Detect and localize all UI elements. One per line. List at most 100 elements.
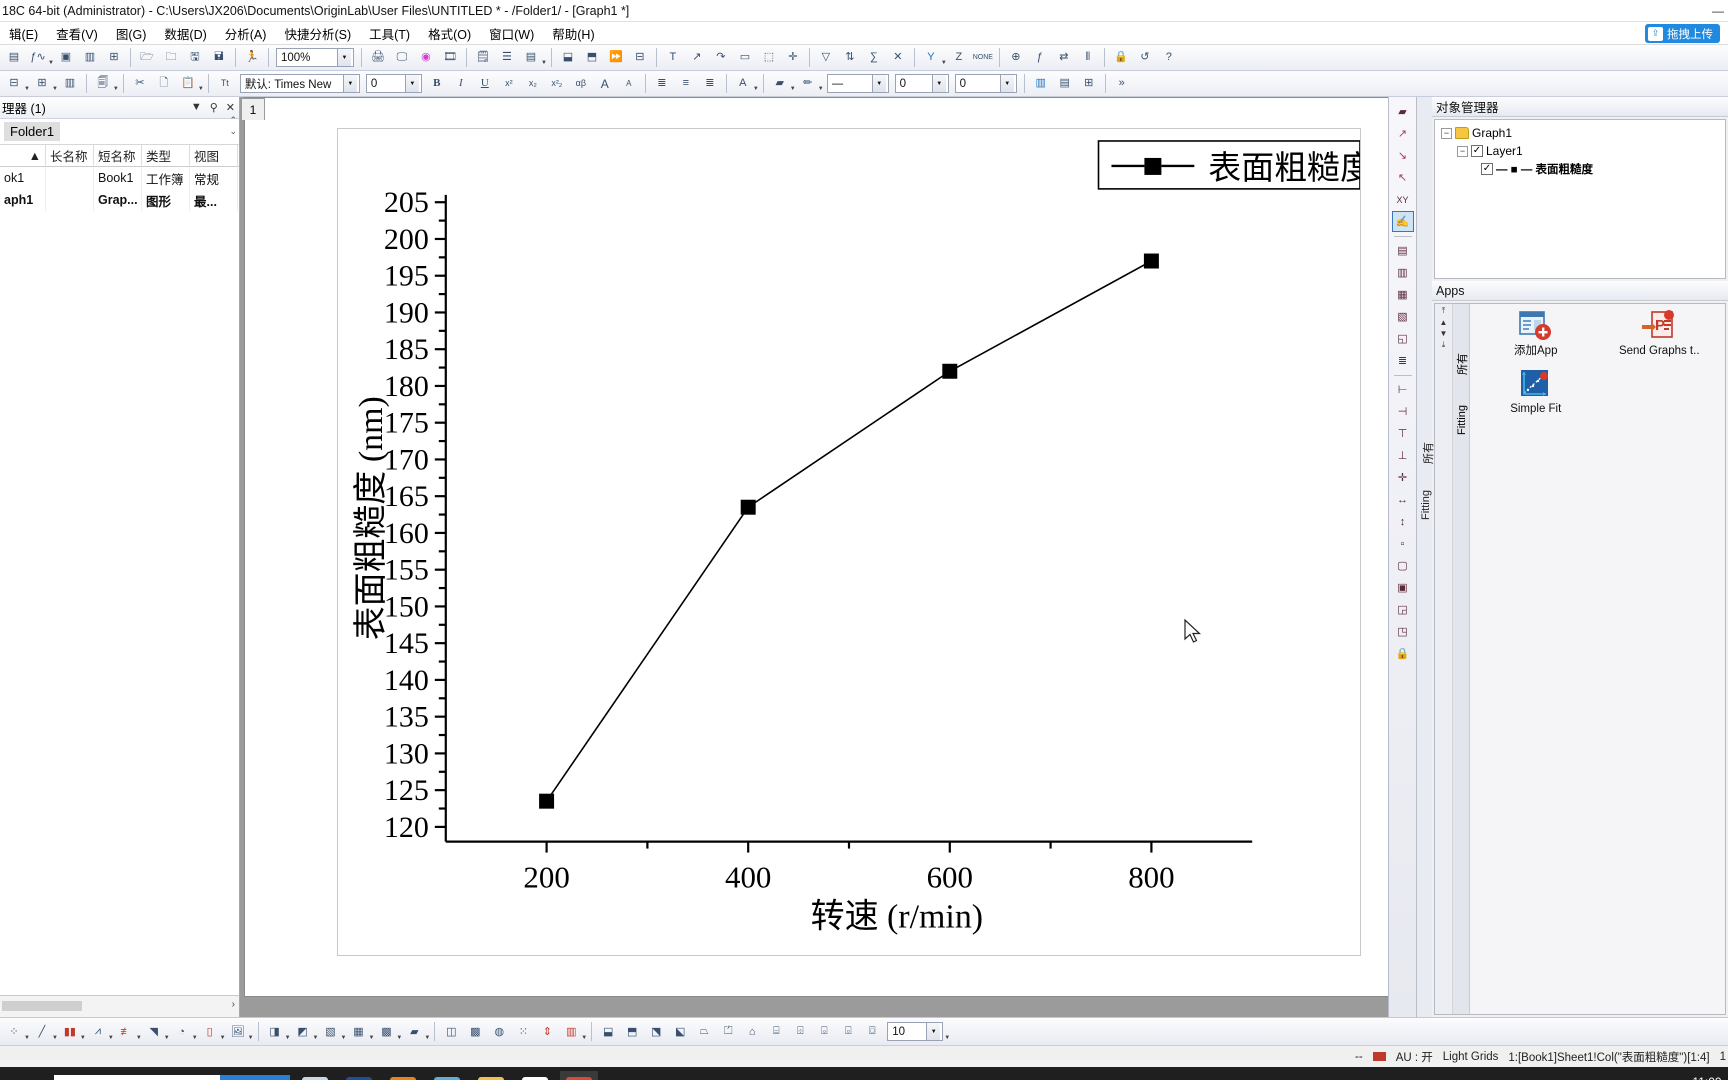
tab-all[interactable]: 所有 [1420, 431, 1436, 475]
project-explorer-folder-row[interactable]: Folder1 ⌃ ⌄ [0, 115, 239, 145]
scroll-up-icon[interactable]: ▲ [1440, 318, 1448, 327]
pin-icon[interactable]: ⚲ [210, 101, 218, 114]
region-tool-icon[interactable]: ⌹ [789, 1021, 811, 1043]
statistics-icon[interactable]: ∑ [863, 47, 885, 69]
group-objects-icon[interactable]: ⊞ [31, 73, 53, 95]
contour-icon[interactable]: ◫ [440, 1021, 462, 1043]
column-header-view[interactable]: 视图 [190, 144, 238, 167]
font-color-button[interactable]: A [732, 73, 754, 95]
new-layout-icon[interactable]: ▥ [79, 47, 101, 69]
curved-arrow-icon[interactable]: ⬔ [645, 1021, 667, 1043]
status-auto-update[interactable]: AU : 开 [1396, 1049, 1433, 1065]
3d-wall-icon[interactable]: ▩ [375, 1021, 397, 1043]
checkbox-icon[interactable]: ✓ [1481, 163, 1493, 175]
line-color-button[interactable]: ✏ [797, 73, 819, 95]
minimize-button[interactable]: — [1712, 4, 1724, 18]
align-objects-icon[interactable]: ⊟ [3, 73, 25, 95]
graph-page[interactable]: 表面粗糙度 120 125 130 135 140 145 150 155 160 165 170 1… [337, 128, 1361, 956]
new-workbook-icon[interactable]: ▤ [3, 47, 25, 69]
data-point-marker[interactable] [539, 793, 555, 809]
run-script-icon[interactable]: 🏃 [241, 47, 263, 69]
app-simple-fit[interactable]: Simple Fit [1474, 368, 1598, 416]
copy-format-icon[interactable]: 🗐 [92, 73, 114, 95]
paste-icon[interactable]: 📋 [177, 73, 199, 95]
bottom-toolbar-overflow-icon[interactable]: ▼ [944, 1035, 950, 1045]
tree-node-plot[interactable]: ✓ — ■ — 表面粗糙度 [1437, 160, 1723, 178]
data-series-markers[interactable] [539, 253, 1159, 809]
object-manager-panel[interactable]: − Graph1 − ✓ Layer1 ✓ — ■ — 表面粗糙度 [1434, 119, 1726, 279]
apps-tab-all[interactable]: 所有 [1454, 341, 1470, 387]
3d-ternary-caret-icon[interactable]: ▼ [424, 1035, 430, 1045]
graph1-window[interactable]: 1 表面粗糙度 120 125 130 135 140 145 150 155 … [241, 97, 1388, 997]
status-grid-mode[interactable]: Light Grids [1443, 1051, 1499, 1063]
more-format-icon[interactable]: » [1111, 73, 1133, 95]
layer-contents-icon[interactable]: ▤ [1054, 73, 1076, 95]
increase-font-button[interactable]: A [594, 73, 616, 95]
save-template-icon[interactable]: 🖬 [208, 47, 230, 69]
extract-layers-icon[interactable]: ▧ [1392, 306, 1414, 327]
open-icon[interactable]: 🗁 [136, 47, 158, 69]
bring-front-icon[interactable]: ◲ [1392, 599, 1414, 620]
taskbar-app-paint[interactable]: 🎨 [296, 1071, 334, 1080]
table-row[interactable]: aph1 Grap... 图形 最... [0, 189, 239, 211]
set-as-none-icon[interactable]: NONE [972, 47, 994, 69]
stat-caret-icon[interactable]: ▼ [581, 1035, 587, 1045]
arrow-tool-icon[interactable]: ⬒ [621, 1021, 643, 1043]
zoom-in-axes-icon[interactable]: ↗ [1392, 123, 1414, 144]
unstack-icon[interactable]: ⫴ [1077, 47, 1099, 69]
align-right-icon[interactable]: ⊣ [1392, 401, 1414, 422]
chevron-down-icon[interactable]: ▼ [342, 75, 357, 92]
save-project-icon[interactable]: 🖫 [184, 47, 206, 69]
print-preview-icon[interactable]: 🖵 [391, 47, 413, 69]
menu-item-analysis[interactable]: 分析(A) [216, 22, 276, 45]
stat-icon[interactable]: ▥ [560, 1021, 582, 1043]
chevron-down-icon[interactable]: ▼ [926, 1023, 941, 1040]
space-vertical-icon[interactable]: ↕ [1392, 511, 1414, 532]
floating-column-icon[interactable]: ▯ [199, 1021, 221, 1043]
start-button[interactable]: ❀ [6, 1070, 46, 1080]
align-center-button[interactable]: ≡ [675, 73, 697, 95]
collapse-icon[interactable]: − [1457, 145, 1468, 157]
group-objects-icon[interactable]: ▢ [1392, 555, 1414, 576]
surface-roughness-plot[interactable]: 表面粗糙度 1201251301351401451501551601651701… [338, 129, 1360, 955]
stack-column-icon[interactable]: ≢ [115, 1021, 137, 1043]
polyline-icon[interactable]: ⏢ [693, 1021, 715, 1043]
text-tool-icon[interactable]: ⬓ [597, 1021, 619, 1043]
layer-management-icon[interactable]: ▤ [520, 47, 542, 69]
plot-size-combo[interactable]: 10 ▼ [887, 1022, 944, 1041]
data-reader-icon[interactable]: ✍ [1391, 211, 1414, 232]
scroll-down-icon[interactable]: ▼ [1440, 329, 1448, 338]
set-as-z-icon[interactable]: Z [948, 47, 970, 69]
menu-item-quick-analysis[interactable]: 快捷分析(S) [275, 22, 360, 45]
rectangle-tool-icon[interactable]: ▭ [734, 47, 756, 69]
table-row[interactable]: ok1 Book1 工作簿 常规 [0, 167, 239, 189]
windrose-icon[interactable]: ⇕ [536, 1021, 558, 1043]
data-point-marker[interactable] [740, 499, 756, 515]
superscript-button[interactable]: x² [498, 73, 520, 95]
scatter-plot-icon[interactable]: ⁘ [3, 1021, 25, 1043]
tree-node-layer1[interactable]: − ✓ Layer1 [1437, 142, 1723, 160]
open-template-icon[interactable]: 🗀 [160, 47, 182, 69]
column-header-long-name[interactable]: 长名称 [46, 144, 94, 167]
new-graph-icon[interactable]: ▣ [55, 47, 77, 69]
line-plot-icon[interactable]: ╱ [31, 1021, 53, 1043]
chevron-down-icon[interactable]: ▼ [191, 101, 202, 114]
graph-layer-tab[interactable]: 1 [241, 98, 265, 120]
3d-surface-icon[interactable]: ▦ [347, 1021, 369, 1043]
explorer-horizontal-scrollbar[interactable]: › [0, 995, 239, 1017]
plot-details-icon[interactable]: ▥ [1030, 73, 1052, 95]
speed-mode-icon[interactable]: ⏩ [605, 47, 627, 69]
zoom-out-axes-icon[interactable]: ↘ [1392, 145, 1414, 166]
lock-icon[interactable]: 🔒 [1110, 47, 1132, 69]
3d-bar-caret-icon[interactable]: ▼ [340, 1035, 346, 1045]
merge-layers-icon[interactable]: ▦ [1392, 284, 1414, 305]
decrease-font-button[interactable]: A [618, 73, 640, 95]
recalculate-icon[interactable]: ↺ [1134, 47, 1156, 69]
sort-icon[interactable]: ⇅ [839, 47, 861, 69]
taskbar-app-notes[interactable]: 📘 [428, 1071, 466, 1080]
checkbox-icon[interactable]: ✓ [1471, 145, 1483, 157]
supersubscript-button[interactable]: x²₂ [546, 73, 568, 95]
underline-button[interactable]: U [474, 73, 496, 95]
help-icon[interactable]: ? [1158, 47, 1180, 69]
stack-lines-icon[interactable]: ≣ [1392, 350, 1414, 371]
